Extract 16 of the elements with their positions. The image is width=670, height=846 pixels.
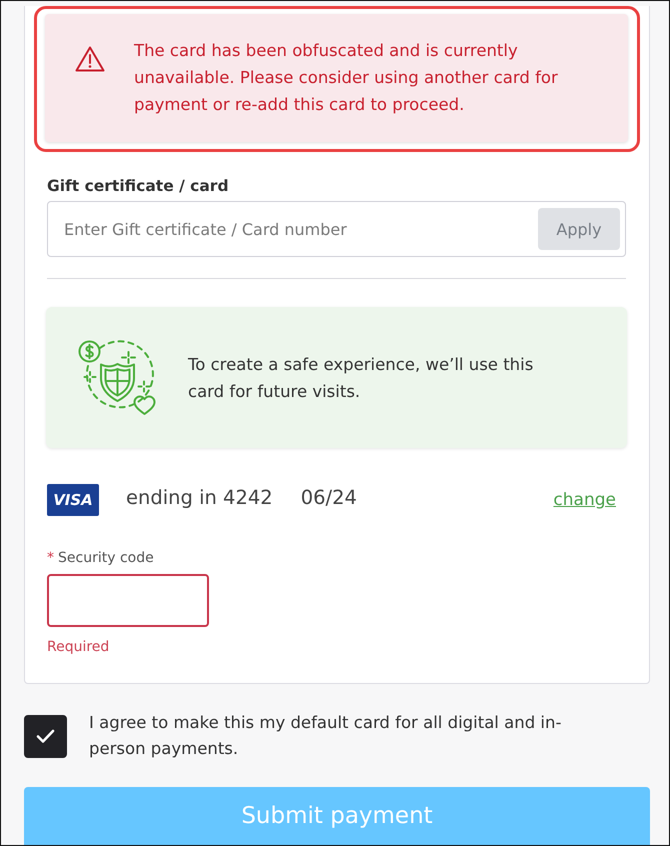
error-message: Required: [47, 638, 110, 656]
security-code-field[interactable]: [47, 574, 209, 627]
agree-checkbox[interactable]: [24, 714, 67, 758]
warning-icon: [75, 45, 105, 72]
security-code-label: Security code: [58, 549, 154, 567]
required-asterisk: *: [47, 549, 54, 567]
gift-card-label: Gift certificate / card: [47, 176, 229, 197]
card-expiry: 06/24: [300, 486, 357, 508]
card-number-ending: ending in 4242: [126, 486, 273, 508]
alert-message: The card has been obfuscated and is currently unavailable. Please consider using another card for payment or re-add this card to proceed.: [134, 40, 559, 116]
shield-icon: [78, 340, 156, 416]
check-icon: [36, 728, 55, 744]
card-brand-logo: VISA: [47, 484, 99, 516]
agree-label: I agree to make this my default card for all digital and in-person payments.: [89, 712, 562, 760]
info-message: To create a safe experience, we’ll use this card for future visits.: [188, 354, 534, 403]
change-link[interactable]: change: [553, 490, 616, 510]
